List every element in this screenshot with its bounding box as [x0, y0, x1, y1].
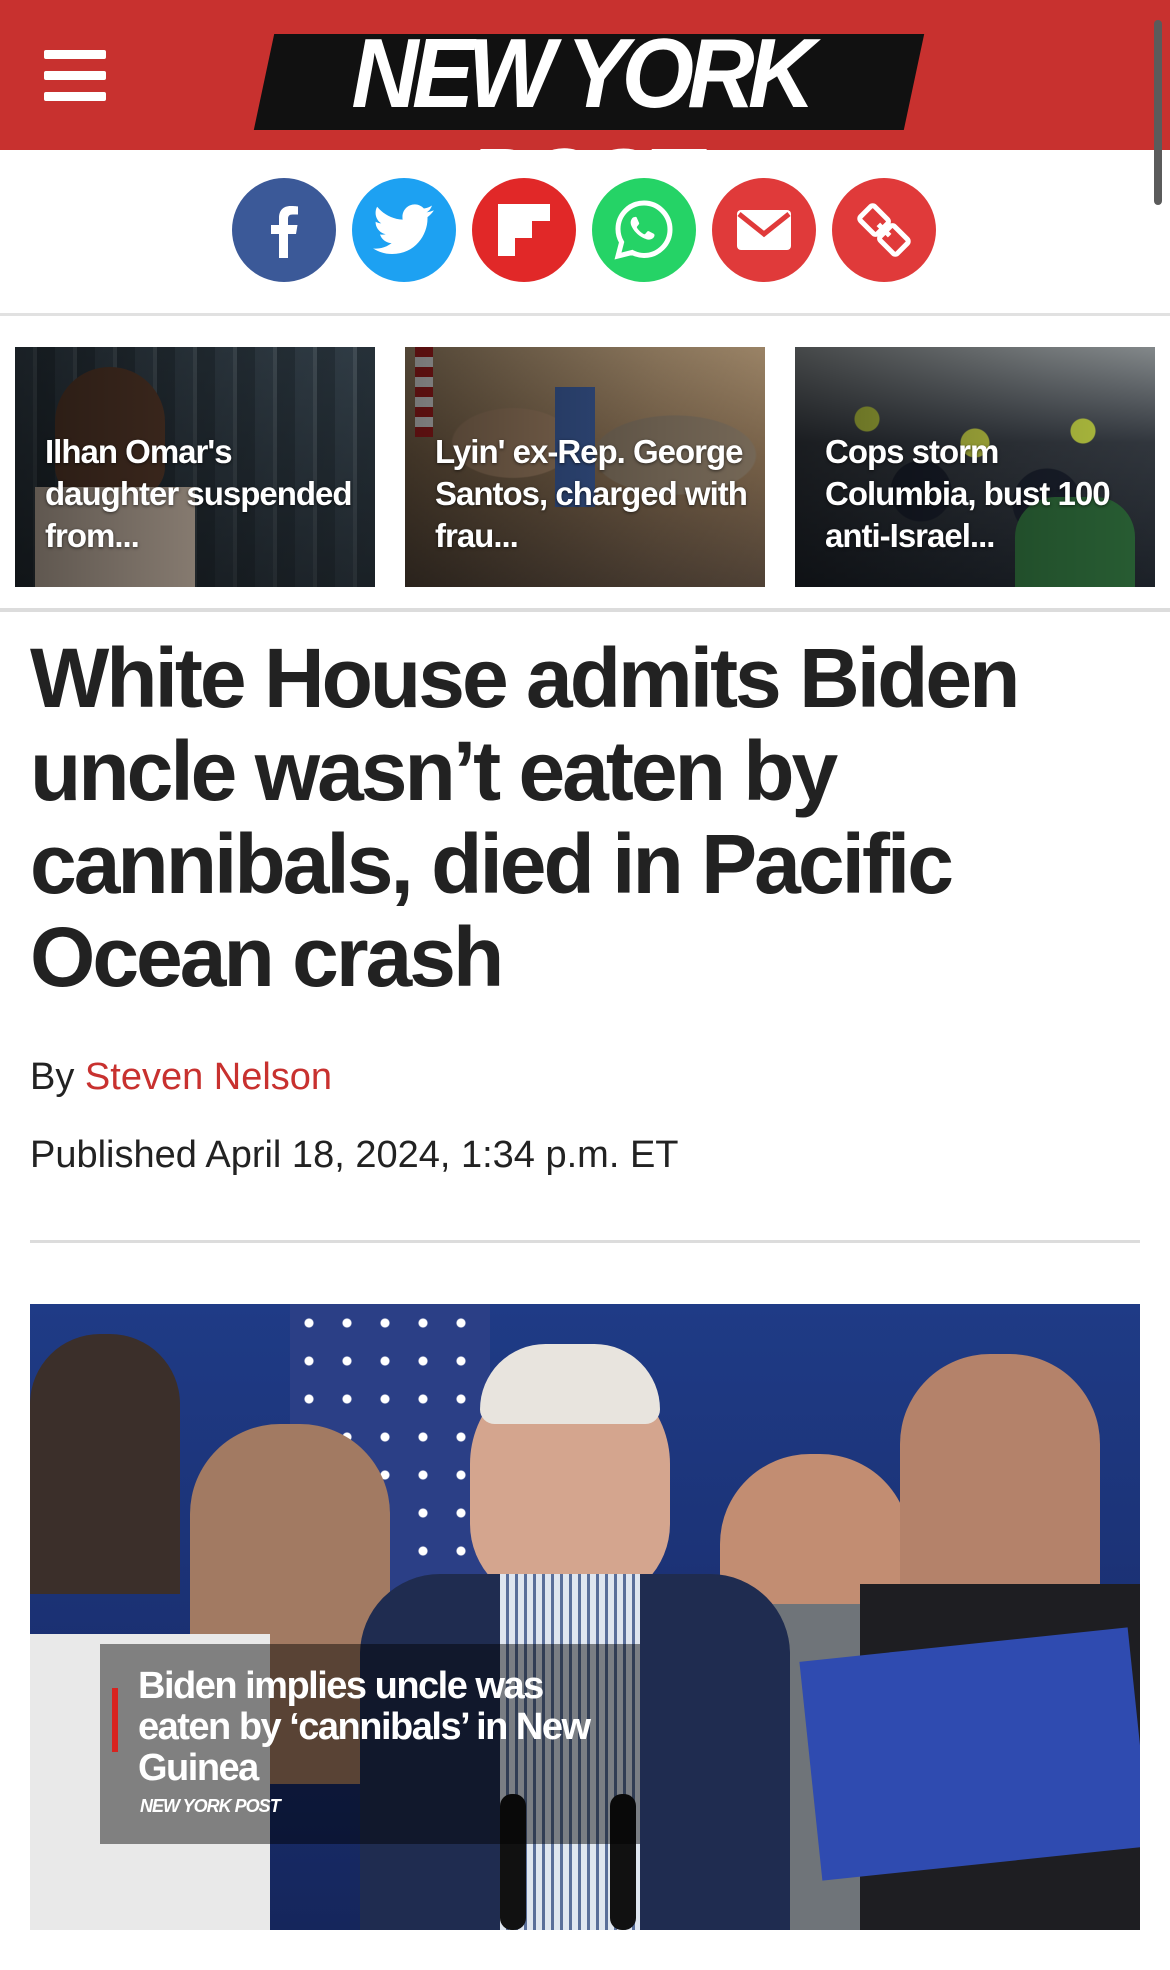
- site-logo[interactable]: NEW YORK POST: [250, 18, 925, 238]
- video-brand: NEW YORK POST: [140, 1796, 281, 1816]
- link-icon: [857, 203, 911, 257]
- hamburger-menu-icon[interactable]: [44, 50, 106, 102]
- related-story-card[interactable]: Cops storm Columbia, bust 100 anti-Israe…: [795, 347, 1155, 587]
- video-caption: Biden implies uncle was eaten by ‘cannib…: [100, 1644, 640, 1844]
- twitter-share-button[interactable]: [352, 178, 456, 282]
- whatsapp-icon: [614, 200, 673, 260]
- article-headline: White House admits Biden uncle wasn’t ea…: [30, 631, 1020, 1004]
- caption-accent-bar: [112, 1688, 118, 1752]
- flipboard-share-button[interactable]: [472, 178, 576, 282]
- speaker-hair: [480, 1344, 660, 1424]
- publish-date: Published April 18, 2024, 1:34 p.m. ET: [30, 1134, 679, 1176]
- related-stories: Ilhan Omar's daughter suspended from... …: [0, 347, 1170, 587]
- crowd-person: [30, 1334, 180, 1594]
- union-sign: [799, 1627, 1140, 1881]
- related-story-title: Lyin' ex-Rep. George Santos, charged wit…: [435, 433, 748, 554]
- flipboard-icon: [498, 204, 550, 256]
- facebook-share-button[interactable]: [232, 178, 336, 282]
- facebook-icon: [271, 206, 298, 258]
- email-share-button[interactable]: [712, 178, 816, 282]
- twitter-bird-icon: [373, 204, 434, 255]
- logo-text: NEW YORK POST: [351, 18, 815, 238]
- section-divider: [0, 608, 1170, 612]
- related-story-card[interactable]: Ilhan Omar's daughter suspended from...: [15, 347, 375, 587]
- copy-link-button[interactable]: [832, 178, 936, 282]
- related-story-card[interactable]: Lyin' ex-Rep. George Santos, charged wit…: [405, 347, 765, 587]
- author-link[interactable]: Steven Nelson: [85, 1056, 332, 1098]
- article-divider: [30, 1240, 1140, 1243]
- byline: By Steven Nelson: [30, 1052, 332, 1102]
- site-header: NEW YORK POST: [0, 0, 1170, 238]
- related-story-title: Ilhan Omar's daughter suspended from...: [45, 433, 353, 554]
- video-caption-text: Biden implies uncle was eaten by ‘cannib…: [138, 1665, 591, 1789]
- share-bar: [0, 150, 1170, 316]
- envelope-icon: [737, 210, 791, 250]
- video-player[interactable]: Biden implies uncle was eaten by ‘cannib…: [30, 1304, 1140, 1930]
- byline-prefix: By: [30, 1056, 75, 1098]
- whatsapp-share-button[interactable]: [592, 178, 696, 282]
- related-story-title: Cops storm Columbia, bust 100 anti-Israe…: [825, 433, 1111, 554]
